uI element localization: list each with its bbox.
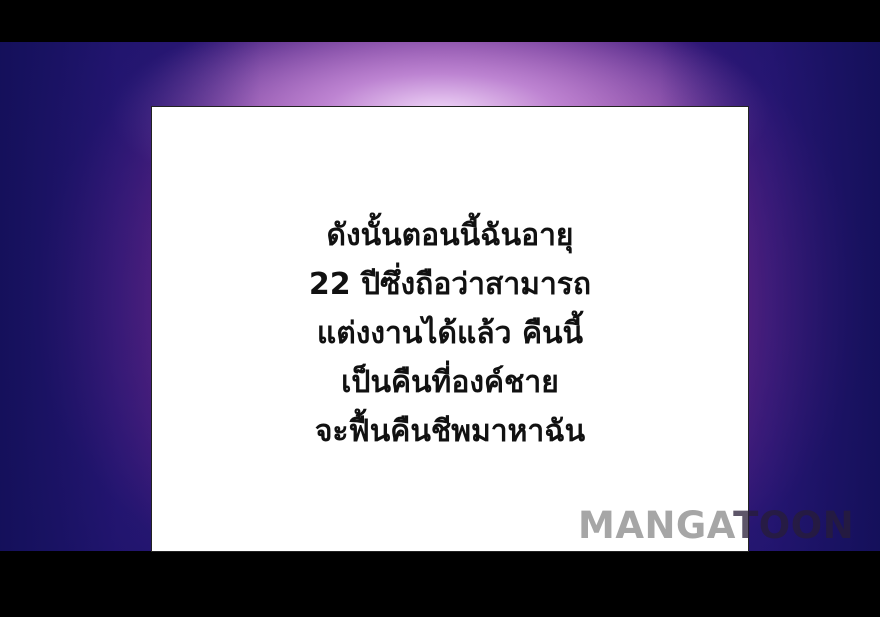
caption-line-5: จะฟื้นคืนชีพมาหาฉัน <box>314 414 586 449</box>
narration-text: ดังนั้นตอนนี้ฉันอายุ 22 ปีซึ่งถือว่าสามา… <box>152 211 748 456</box>
comic-page: ดังนั้นตอนนี้ฉันอายุ 22 ปีซึ่งถือว่าสามา… <box>0 0 880 617</box>
watermark-part-manga: MANGA <box>578 504 734 547</box>
narration-caption-box: ดังนั้นตอนนี้ฉันอายุ 22 ปีซึ่งถือว่าสามา… <box>151 106 749 552</box>
caption-line-1: ดังนั้นตอนนี้ฉันอายุ <box>326 218 574 253</box>
mangatoon-watermark: MANGATOON <box>578 504 854 548</box>
caption-line-3: แต่งงานได้แล้ว คืนนี้ <box>316 316 584 351</box>
caption-line-2: 22 ปีซึ่งถือว่าสามารถ <box>308 267 592 302</box>
watermark-part-toon: TOON <box>733 504 855 547</box>
caption-line-4: เป็นคืนที่องค์ชาย <box>341 365 559 400</box>
